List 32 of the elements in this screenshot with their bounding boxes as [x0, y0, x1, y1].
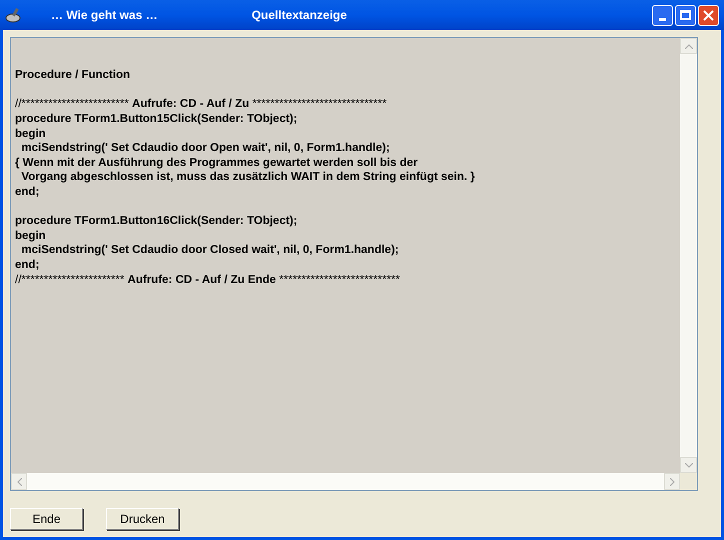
minimize-icon [659, 18, 666, 20]
code-line: end; [15, 258, 40, 272]
maximize-icon [680, 10, 691, 20]
code-line: mciSendstring(' Set Cdaudio door Open wait', nil, 0, Form1.handle); [20, 141, 390, 156]
code-line: procedure TForm1.Button16Click(Sender: TObject); [15, 214, 298, 229]
code-line: Procedure / Function [15, 68, 130, 83]
scroll-left-icon[interactable] [11, 473, 27, 490]
close-icon [703, 10, 714, 20]
vertical-scrollbar[interactable] [680, 38, 697, 473]
code-line: mciSendstring(' Set Cdaudio door Closed wait', nil, 0, Form1.handle); [20, 243, 399, 258]
close-button[interactable] [698, 4, 719, 26]
scroll-up-icon[interactable] [680, 38, 697, 54]
comment-line: //************************ Aufrufe: CD - Auf / Zu ****************************** [15, 97, 387, 112]
scrollbar-corner [680, 473, 697, 490]
code-line: end; [15, 184, 40, 200]
maximize-button[interactable] [675, 4, 696, 26]
app-icon [5, 7, 23, 23]
scroll-right-icon[interactable] [664, 473, 680, 490]
window-title-prefix: … Wie geht was … [51, 7, 158, 24]
code-line: begin [15, 228, 46, 244]
dialog-button[interactable]: Ende [10, 508, 83, 530]
minimize-button[interactable] [652, 4, 673, 26]
source-text-area[interactable] [10, 37, 698, 491]
scroll-down-icon[interactable] [680, 457, 697, 473]
code-line: Vorgang abgeschlossen ist, muss das zusätzlich WAIT in dem String einfügt sein. } [20, 170, 475, 185]
code-line: { Wenn mit der Ausführung des Programmes gewartet werden soll bis der [15, 156, 418, 170]
window-title: Quelltextanzeige [252, 7, 347, 24]
code-line: begin [15, 126, 46, 142]
dialog-button[interactable]: Drucken [106, 508, 179, 530]
comment-line: //*********************** Aufrufe: CD - Auf / Zu Ende *************************** [15, 272, 400, 288]
horizontal-scrollbar[interactable] [11, 473, 680, 490]
code-line: procedure TForm1.Button15Click(Sender: TObject); [15, 112, 298, 127]
